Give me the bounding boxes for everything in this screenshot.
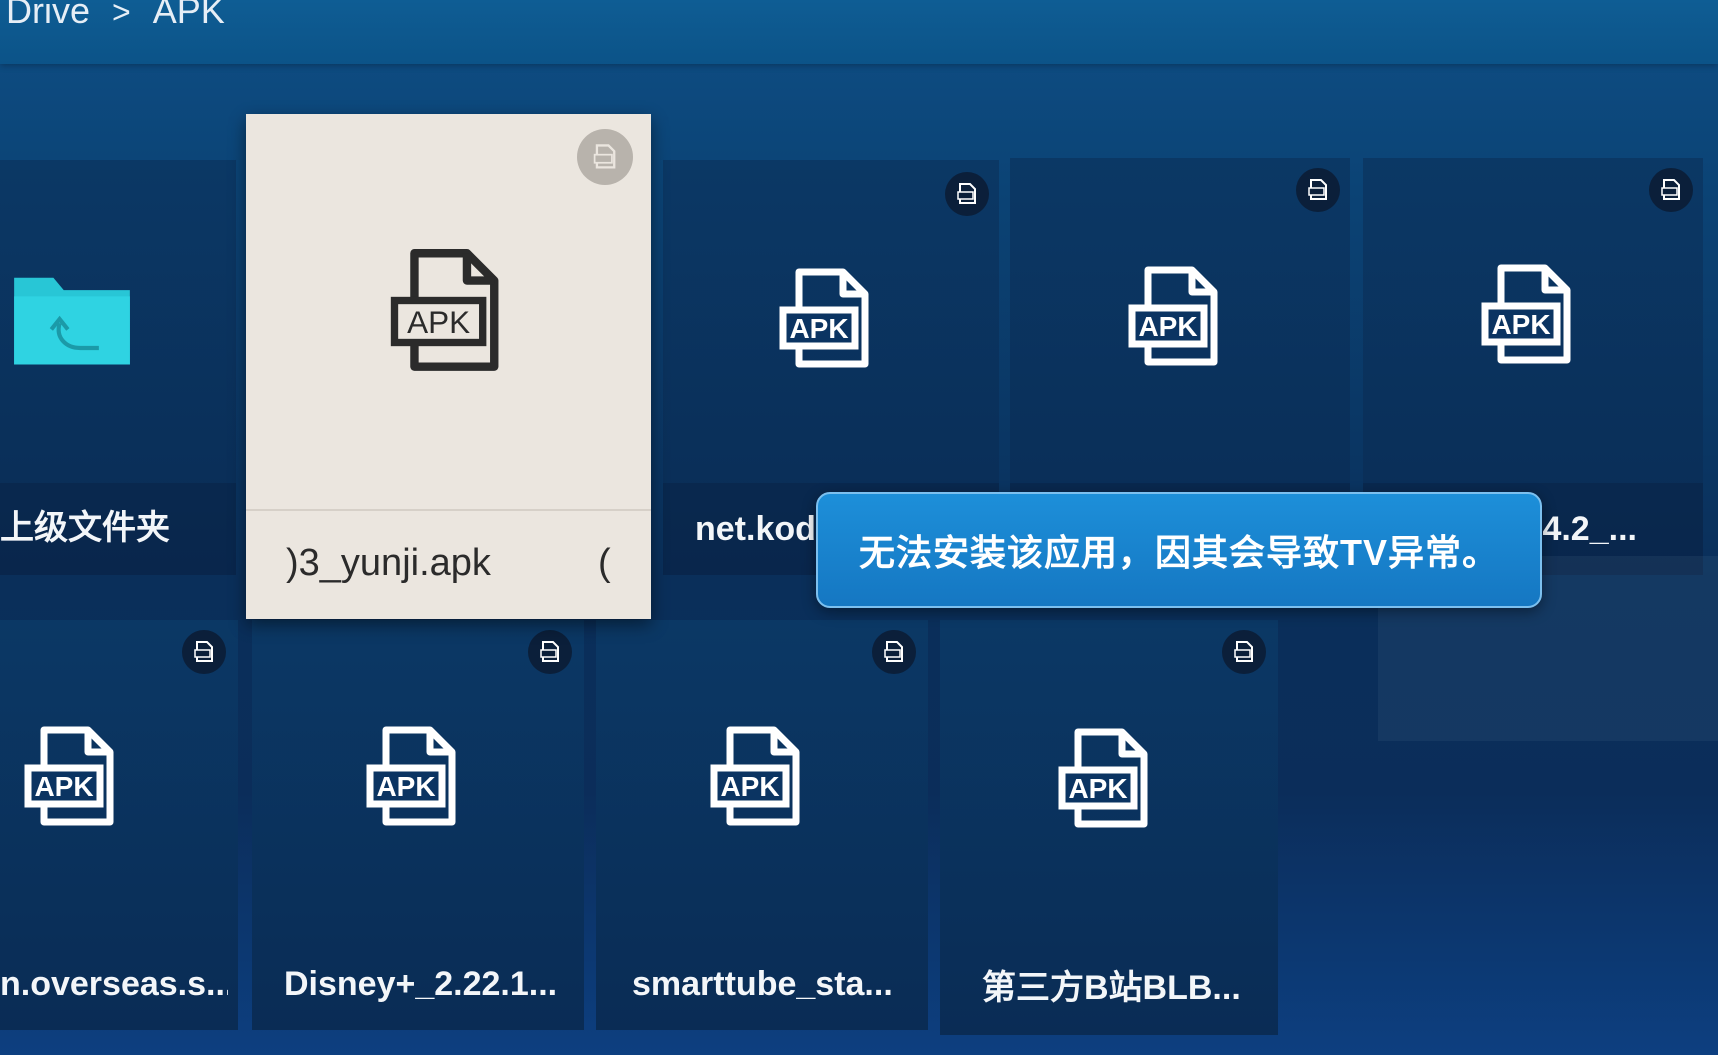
apk-badge-icon xyxy=(1649,168,1693,212)
tile-label: 上级文件夹 xyxy=(0,509,170,547)
apk-file-icon: APK xyxy=(1058,728,1148,828)
breadcrumb: Drive > APK xyxy=(6,0,225,32)
breadcrumb-separator: > xyxy=(112,0,131,30)
apk-icon-text: APK xyxy=(720,771,779,802)
apk-file-icon: APK xyxy=(779,268,869,368)
apk-icon-text: APK xyxy=(407,304,470,340)
tile-label: 第三方B站BLB... xyxy=(982,969,1241,1007)
breadcrumb-root[interactable]: Drive xyxy=(6,0,90,31)
parent-folder-tile[interactable]: 上级文件夹 xyxy=(0,160,236,575)
tile-label: .4.2_... xyxy=(1533,510,1637,548)
apk-tile[interactable]: APK smarttube_sta... xyxy=(596,620,928,1030)
apk-icon-text: APK xyxy=(34,771,93,802)
tile-label: Disney+_2.22.1... xyxy=(284,965,558,1003)
apk-file-icon: APK xyxy=(1481,264,1571,364)
focused-tile-label: )3_yunji.apk xyxy=(286,542,491,584)
toast-message: 无法安装该应用，因其会导致TV异常。 xyxy=(858,532,1499,573)
apk-icon-text: APK xyxy=(789,313,848,344)
folder-up-icon xyxy=(14,277,130,365)
apk-icon-text: APK xyxy=(376,771,435,802)
apk-tile[interactable]: APK Disney+_2.22.1... xyxy=(252,620,584,1030)
apk-badge-icon xyxy=(1222,630,1266,674)
breadcrumb-current: APK xyxy=(152,0,225,31)
tile-label: n.overseas.s... xyxy=(0,965,228,1003)
focused-apk-tile[interactable]: APK )3_yunji.apk ( xyxy=(246,114,651,619)
apk-file-icon: APK xyxy=(390,249,499,371)
apk-badge-icon xyxy=(577,129,633,185)
divider xyxy=(246,509,651,511)
top-bar: Drive > APK xyxy=(0,0,1718,64)
apk-badge-icon xyxy=(872,630,916,674)
apk-badge-icon xyxy=(182,630,226,674)
apk-file-icon: APK xyxy=(1128,266,1218,366)
tile-label: smarttube_sta... xyxy=(632,965,893,1003)
apk-tile[interactable]: APK 第三方B站BLB... xyxy=(940,620,1278,1035)
apk-icon-text: APK xyxy=(1491,309,1550,340)
apk-file-icon: APK xyxy=(710,726,800,826)
apk-icon-text: APK xyxy=(1138,311,1197,342)
apk-icon-text: APK xyxy=(1068,773,1127,804)
apk-badge-icon xyxy=(945,172,989,216)
apk-badge-icon xyxy=(1296,168,1340,212)
focused-tile-label-trail: ( xyxy=(598,542,611,584)
apk-file-icon: APK xyxy=(24,726,114,826)
error-toast: 无法安装该应用，因其会导致TV异常。 xyxy=(816,492,1542,608)
apk-file-icon: APK xyxy=(366,726,456,826)
apk-tile[interactable]: APK n.overseas.s... xyxy=(0,620,238,1030)
apk-badge-icon xyxy=(528,630,572,674)
